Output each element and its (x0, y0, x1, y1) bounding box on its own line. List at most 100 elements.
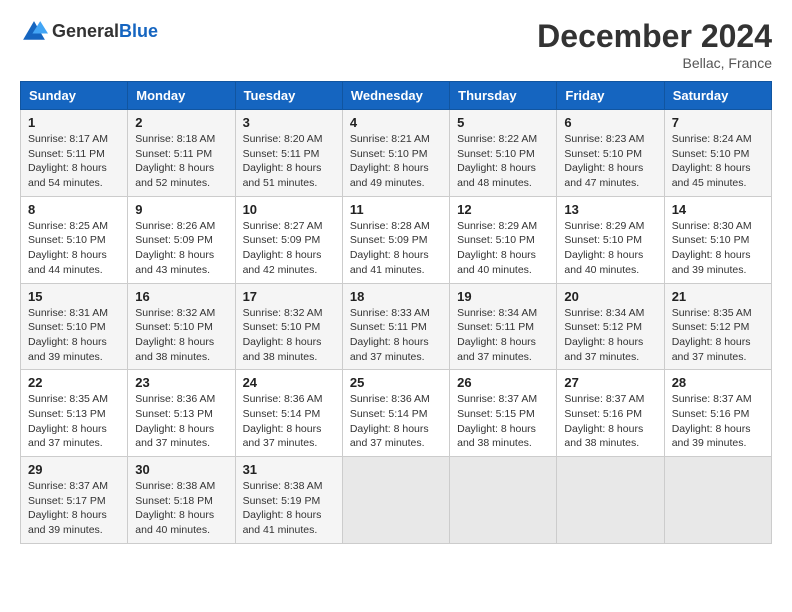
calendar-cell: 25 Sunrise: 8:36 AMSunset: 5:14 PMDayligh… (342, 370, 449, 457)
day-detail: Sunrise: 8:29 AMSunset: 5:10 PMDaylight:… (457, 219, 549, 278)
day-number: 29 (28, 462, 120, 477)
day-number: 17 (243, 289, 335, 304)
day-number: 13 (564, 202, 656, 217)
calendar-cell: 16Sunrise: 8:32 AMSunset: 5:10 PMDayligh… (128, 283, 235, 370)
weekday-header: Sunday (21, 82, 128, 110)
calendar-cell: 31Sunrise: 8:38 AMSunset: 5:19 PMDayligh… (235, 457, 342, 544)
calendar-week-row: 15 Sunrise: 8:31 AMSunset: 5:10 PMDayligh… (21, 283, 772, 370)
logo-text: GeneralBlue (52, 22, 158, 42)
day-number: 12 (457, 202, 549, 217)
calendar-body: 1Sunrise: 8:17 AMSunset: 5:11 PMDaylight… (21, 110, 772, 544)
day-number: 15 (28, 289, 120, 304)
day-detail: Sunrise: 8:25 AMSunset: 5:10 PMDaylight:… (28, 219, 120, 278)
calendar-cell: 18 Sunrise: 8:33 AMSunset: 5:11 PMDayligh… (342, 283, 449, 370)
day-detail: Sunrise: 8:24 AMSunset: 5:10 PMDaylight:… (672, 132, 764, 191)
day-number: 16 (135, 289, 227, 304)
calendar-cell: 30 Sunrise: 8:38 AMSunset: 5:18 PMDayligh… (128, 457, 235, 544)
day-detail: Sunrise: 8:27 AMSunset: 5:09 PMDaylight:… (243, 219, 335, 278)
calendar-cell: 19Sunrise: 8:34 AMSunset: 5:11 PMDayligh… (450, 283, 557, 370)
day-number: 23 (135, 375, 227, 390)
day-detail: Sunrise: 8:18 AMSunset: 5:11 PMDaylight:… (135, 132, 227, 191)
calendar-cell: 8Sunrise: 8:25 AMSunset: 5:10 PMDaylight… (21, 196, 128, 283)
calendar-cell: 26Sunrise: 8:37 AMSunset: 5:15 PMDayligh… (450, 370, 557, 457)
day-number: 19 (457, 289, 549, 304)
calendar-cell (342, 457, 449, 544)
day-detail: Sunrise: 8:30 AMSunset: 5:10 PMDaylight:… (672, 219, 764, 278)
day-number: 18 (350, 289, 442, 304)
day-number: 21 (672, 289, 764, 304)
day-number: 28 (672, 375, 764, 390)
day-detail: Sunrise: 8:21 AMSunset: 5:10 PMDaylight:… (350, 132, 442, 191)
month-title: December 2024 (537, 18, 772, 55)
day-detail: Sunrise: 8:33 AMSunset: 5:11 PMDaylight:… (350, 306, 442, 365)
calendar-cell: 23 Sunrise: 8:36 AMSunset: 5:13 PMDayligh… (128, 370, 235, 457)
day-number: 22 (28, 375, 120, 390)
calendar-cell (664, 457, 771, 544)
header: GeneralBlue December 2024 Bellac, France (20, 18, 772, 71)
day-detail: Sunrise: 8:36 AMSunset: 5:14 PMDaylight:… (243, 392, 335, 451)
calendar-cell: 2 Sunrise: 8:18 AMSunset: 5:11 PMDaylight… (128, 110, 235, 197)
weekday-header: Friday (557, 82, 664, 110)
calendar-cell: 28Sunrise: 8:37 AMSunset: 5:16 PMDayligh… (664, 370, 771, 457)
weekday-header: Monday (128, 82, 235, 110)
day-detail: Sunrise: 8:36 AMSunset: 5:14 PMDaylight:… (350, 392, 442, 451)
day-detail: Sunrise: 8:35 AMSunset: 5:12 PMDaylight:… (672, 306, 764, 365)
day-number: 27 (564, 375, 656, 390)
calendar-cell: 27 Sunrise: 8:37 AMSunset: 5:16 PMDayligh… (557, 370, 664, 457)
calendar-week-row: 1Sunrise: 8:17 AMSunset: 5:11 PMDaylight… (21, 110, 772, 197)
calendar-cell: 10 Sunrise: 8:27 AMSunset: 5:09 PMDayligh… (235, 196, 342, 283)
day-detail: Sunrise: 8:32 AMSunset: 5:10 PMDaylight:… (243, 306, 335, 365)
day-number: 20 (564, 289, 656, 304)
day-number: 11 (350, 202, 442, 217)
weekday-row: SundayMondayTuesdayWednesdayThursdayFrid… (21, 82, 772, 110)
calendar-cell: 11Sunrise: 8:28 AMSunset: 5:09 PMDayligh… (342, 196, 449, 283)
page: GeneralBlue December 2024 Bellac, France… (0, 0, 792, 554)
day-number: 5 (457, 115, 549, 130)
day-detail: Sunrise: 8:38 AMSunset: 5:19 PMDaylight:… (243, 479, 335, 538)
calendar: SundayMondayTuesdayWednesdayThursdayFrid… (20, 81, 772, 544)
day-number: 24 (243, 375, 335, 390)
day-detail: Sunrise: 8:37 AMSunset: 5:15 PMDaylight:… (457, 392, 549, 451)
weekday-header: Wednesday (342, 82, 449, 110)
day-number: 10 (243, 202, 335, 217)
logo: GeneralBlue (20, 18, 158, 46)
calendar-cell: 29 Sunrise: 8:37 AMSunset: 5:17 PMDayligh… (21, 457, 128, 544)
day-detail: Sunrise: 8:35 AMSunset: 5:13 PMDaylight:… (28, 392, 120, 451)
day-number: 4 (350, 115, 442, 130)
calendar-cell: 20Sunrise: 8:34 AMSunset: 5:12 PMDayligh… (557, 283, 664, 370)
calendar-cell: 15 Sunrise: 8:31 AMSunset: 5:10 PMDayligh… (21, 283, 128, 370)
day-number: 2 (135, 115, 227, 130)
day-number: 14 (672, 202, 764, 217)
calendar-week-row: 29 Sunrise: 8:37 AMSunset: 5:17 PMDayligh… (21, 457, 772, 544)
calendar-cell: 1Sunrise: 8:17 AMSunset: 5:11 PMDaylight… (21, 110, 128, 197)
calendar-cell: 22 Sunrise: 8:35 AMSunset: 5:13 PMDayligh… (21, 370, 128, 457)
day-number: 30 (135, 462, 227, 477)
calendar-header: SundayMondayTuesdayWednesdayThursdayFrid… (21, 82, 772, 110)
location: Bellac, France (537, 55, 772, 71)
day-detail: Sunrise: 8:26 AMSunset: 5:09 PMDaylight:… (135, 219, 227, 278)
day-detail: Sunrise: 8:37 AMSunset: 5:17 PMDaylight:… (28, 479, 120, 538)
calendar-cell: 24 Sunrise: 8:36 AMSunset: 5:14 PMDayligh… (235, 370, 342, 457)
calendar-cell: 12 Sunrise: 8:29 AMSunset: 5:10 PMDayligh… (450, 196, 557, 283)
day-detail: Sunrise: 8:23 AMSunset: 5:10 PMDaylight:… (564, 132, 656, 191)
day-detail: Sunrise: 8:38 AMSunset: 5:18 PMDaylight:… (135, 479, 227, 538)
day-number: 25 (350, 375, 442, 390)
weekday-header: Tuesday (235, 82, 342, 110)
day-number: 3 (243, 115, 335, 130)
weekday-header: Saturday (664, 82, 771, 110)
calendar-cell: 9Sunrise: 8:26 AMSunset: 5:09 PMDaylight… (128, 196, 235, 283)
day-detail: Sunrise: 8:37 AMSunset: 5:16 PMDaylight:… (564, 392, 656, 451)
calendar-cell: 21 Sunrise: 8:35 AMSunset: 5:12 PMDayligh… (664, 283, 771, 370)
calendar-cell: 17 Sunrise: 8:32 AMSunset: 5:10 PMDayligh… (235, 283, 342, 370)
calendar-cell: 6Sunrise: 8:23 AMSunset: 5:10 PMDaylight… (557, 110, 664, 197)
calendar-cell (557, 457, 664, 544)
day-number: 7 (672, 115, 764, 130)
day-number: 1 (28, 115, 120, 130)
calendar-week-row: 8Sunrise: 8:25 AMSunset: 5:10 PMDaylight… (21, 196, 772, 283)
calendar-cell: 14 Sunrise: 8:30 AMSunset: 5:10 PMDayligh… (664, 196, 771, 283)
day-detail: Sunrise: 8:31 AMSunset: 5:10 PMDaylight:… (28, 306, 120, 365)
calendar-cell: 3Sunrise: 8:20 AMSunset: 5:11 PMDaylight… (235, 110, 342, 197)
calendar-cell: 13Sunrise: 8:29 AMSunset: 5:10 PMDayligh… (557, 196, 664, 283)
calendar-cell: 7 Sunrise: 8:24 AMSunset: 5:10 PMDaylight… (664, 110, 771, 197)
day-detail: Sunrise: 8:36 AMSunset: 5:13 PMDaylight:… (135, 392, 227, 451)
